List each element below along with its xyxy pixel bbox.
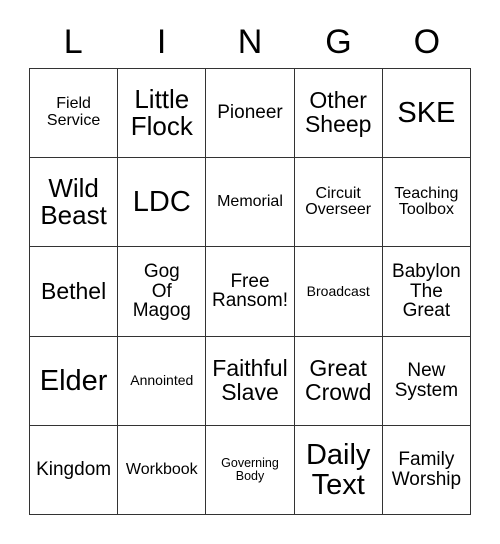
bingo-cell-label: SKE — [397, 97, 456, 130]
bingo-cell-r2c5[interactable]: Teaching Toolbox — [382, 158, 471, 248]
header-letter-5: O — [413, 23, 441, 61]
bingo-cell-r2c1[interactable]: Wild Beast — [30, 158, 119, 248]
bingo-cell-label: New System — [394, 359, 459, 401]
header-letter-1: L — [63, 23, 83, 61]
header-letter-2: I — [156, 23, 167, 61]
bingo-cell-label: LDC — [132, 186, 191, 219]
bingo-cell-label: Elder — [39, 364, 108, 397]
bingo-cell-r3c5[interactable]: Babylon The Great — [382, 247, 471, 337]
bingo-cell-r5c2[interactable]: Workbook — [118, 425, 207, 515]
bingo-cell-label: Workbook — [125, 460, 198, 478]
bingo-cell-r5c3[interactable]: Governing Body — [206, 425, 295, 515]
bingo-cell-label: Great Crowd — [304, 354, 372, 405]
bingo-cell-r3c2[interactable]: Gog Of Magog — [118, 247, 207, 337]
bingo-cell-r4c2[interactable]: Annointed — [118, 336, 207, 426]
bingo-cell-label: Babylon The Great — [392, 260, 461, 322]
bingo-cell-label: Teaching Toolbox — [394, 184, 459, 219]
bingo-cell-r1c2[interactable]: Little Flock — [118, 69, 207, 159]
bingo-grid: Field Service Little Flock Pioneer Other Sh… — [29, 68, 471, 515]
bingo-cell-r2c4[interactable]: Circuit Overseer — [294, 158, 383, 248]
bingo-header: L I N G O — [29, 18, 471, 66]
bingo-cell-r5c1[interactable]: Kingdom — [30, 425, 119, 515]
bingo-cell-r2c3[interactable]: Memorial — [206, 158, 295, 248]
bingo-cell-r4c3[interactable]: Faithful Slave — [206, 336, 295, 426]
bingo-cell-label: Field Service — [46, 95, 101, 130]
bingo-cell-label: Gog Of Magog — [132, 260, 191, 322]
bingo-cell-r5c4[interactable]: Daily Text — [294, 425, 383, 515]
header-letter-3: N — [237, 23, 263, 61]
bingo-cell-r4c5[interactable]: New System — [382, 336, 471, 426]
bingo-cell-label: Pioneer — [217, 102, 283, 124]
bingo-cell-r1c3[interactable]: Pioneer — [206, 69, 295, 159]
bingo-cell-label: Little Flock — [130, 84, 193, 142]
bingo-cell-label: Broadcast — [306, 283, 370, 300]
bingo-cell-label: Memorial — [217, 192, 283, 210]
bingo-cell-label: Bethel — [40, 277, 107, 304]
bingo-cell-label: Other Sheep — [304, 87, 372, 138]
bingo-cell-r1c5[interactable]: SKE — [382, 69, 471, 159]
bingo-cell-label: Governing Body — [221, 455, 279, 483]
bingo-cell-label: Circuit Overseer — [305, 184, 372, 219]
bingo-cell-label: Family Worship — [391, 449, 462, 490]
bingo-cell-label: Free Ransom! — [211, 270, 288, 312]
bingo-cell-r1c4[interactable]: Other Sheep — [294, 69, 383, 159]
bingo-cell-label: Daily Text — [305, 438, 371, 501]
bingo-cell-r5c5[interactable]: Family Worship — [382, 425, 471, 515]
bingo-cell-label: Faithful Slave — [212, 354, 288, 405]
bingo-card: L I N G O Field Service Little Flock Pione… — [0, 0, 500, 544]
header-letter-4: G — [325, 23, 352, 61]
bingo-cell-r1c1[interactable]: Field Service — [30, 69, 119, 159]
bingo-cell-r4c4[interactable]: Great Crowd — [294, 336, 383, 426]
bingo-cell-r3c1[interactable]: Bethel — [30, 247, 119, 337]
bingo-cell-r4c1[interactable]: Elder — [30, 336, 119, 426]
bingo-cell-r3c4[interactable]: Broadcast — [294, 247, 383, 337]
bingo-cell-label: Wild Beast — [40, 173, 107, 231]
bingo-cell-label: Kingdom — [36, 459, 112, 481]
bingo-cell-r3c3[interactable]: Free Ransom! — [206, 247, 295, 337]
bingo-cell-r2c2[interactable]: LDC — [118, 158, 207, 248]
bingo-cell-label: Annointed — [130, 372, 194, 389]
